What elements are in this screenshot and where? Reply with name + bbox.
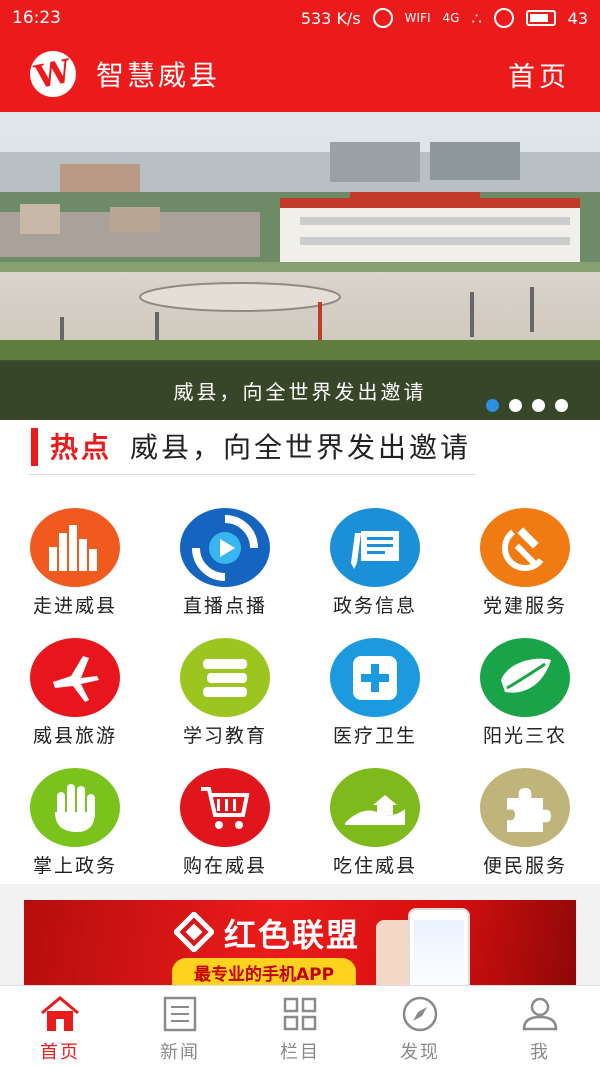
tab-me[interactable]: 我 xyxy=(480,986,600,1067)
signal-icon: 4G xyxy=(442,11,460,25)
service-label: 医疗卫生 xyxy=(332,725,417,747)
banner-carousel[interactable]: 威县，向全世界发出邀请 xyxy=(0,112,600,420)
leaf-icon xyxy=(480,638,570,717)
service-tile-food-lodging[interactable]: 吃住威县 xyxy=(300,748,450,878)
hot-accent-bar xyxy=(31,428,38,466)
service-label: 威县旅游 xyxy=(32,725,117,747)
carousel-dot[interactable] xyxy=(532,399,545,412)
status-bar: 16:23 533 K/s WIFI 4G ∴ 43 xyxy=(0,0,600,36)
tab-news[interactable]: 新闻 xyxy=(120,986,240,1067)
compass-icon xyxy=(400,994,440,1034)
divider xyxy=(28,474,476,475)
status-time: 16:23 xyxy=(12,8,61,28)
notification-icon xyxy=(493,8,514,28)
tab-label: 首页 xyxy=(40,1042,80,1063)
ad-subtitle-text: 最专业的手机APP xyxy=(193,964,335,985)
service-label: 政务信息 xyxy=(332,595,417,617)
service-tile-shopping[interactable]: 购在威县 xyxy=(150,748,300,878)
carousel-indicators xyxy=(486,399,568,412)
grid-icon xyxy=(280,994,320,1034)
tab-home[interactable]: 首页 xyxy=(0,986,120,1067)
service-label: 学习教育 xyxy=(182,725,267,747)
hot-label: 热点 xyxy=(50,431,113,464)
carousel-dot[interactable] xyxy=(555,399,568,412)
ad-banner[interactable]: 红色联盟 最专业的手机APP xyxy=(24,900,576,986)
home-link[interactable]: 首页 xyxy=(508,55,570,94)
alliance-logo-icon xyxy=(174,912,214,952)
medical-cross-icon xyxy=(330,638,420,717)
service-tile-convenience[interactable]: 便民服务 xyxy=(450,748,600,878)
books-icon xyxy=(180,638,270,717)
carousel-dot[interactable] xyxy=(486,399,499,412)
service-label: 便民服务 xyxy=(482,855,567,877)
home-icon xyxy=(40,994,80,1034)
tab-discover[interactable]: 发现 xyxy=(360,986,480,1067)
tab-label: 我 xyxy=(530,1042,550,1063)
shopping-cart-icon xyxy=(180,768,270,847)
tab-columns[interactable]: 栏目 xyxy=(240,986,360,1067)
hot-news[interactable]: 热点 威县，向全世界发出邀请 xyxy=(0,420,600,488)
service-tile-e-gov[interactable]: 掌上政务 xyxy=(0,748,150,878)
tab-label: 栏目 xyxy=(280,1042,320,1063)
service-tile-party[interactable]: 党建服务 xyxy=(450,488,600,618)
battery-icon xyxy=(525,10,556,26)
app-title: 智慧威县 xyxy=(96,59,221,92)
service-tile-gov-info[interactable]: 政务信息 xyxy=(300,488,450,618)
hot-headline[interactable]: 威县，向全世界发出邀请 xyxy=(130,426,471,466)
alarm-icon xyxy=(372,8,393,28)
news-icon xyxy=(160,994,200,1034)
service-label: 吃住威县 xyxy=(332,855,417,877)
service-label: 购在威县 xyxy=(182,855,267,877)
service-tile-travel[interactable]: 威县旅游 xyxy=(0,618,150,748)
ad-title: 红色联盟 xyxy=(224,916,361,954)
hammer-sickle-icon xyxy=(480,508,570,587)
banner-caption-text: 威县，向全世界发出邀请 xyxy=(173,379,427,404)
tab-label: 新闻 xyxy=(160,1042,200,1063)
logo-icon: W xyxy=(25,46,81,102)
loading-icon: ∴ xyxy=(471,8,482,28)
hand-icon xyxy=(30,768,120,847)
airplane-icon xyxy=(30,638,120,717)
tab-label: 发现 xyxy=(400,1042,440,1063)
service-tile-health[interactable]: 医疗卫生 xyxy=(300,618,450,748)
ad-subtitle: 最专业的手机APP xyxy=(172,958,356,986)
service-tile-live[interactable]: 直播点播 xyxy=(150,488,300,618)
service-tile-zoujin[interactable]: 走进威县 xyxy=(0,488,150,618)
service-tile-agriculture[interactable]: 阳光三农 xyxy=(450,618,600,748)
puzzle-icon xyxy=(480,768,570,847)
app-header: W 智慧威县 首页 xyxy=(0,36,600,112)
network-speed: 533 K/s xyxy=(300,8,361,28)
bottom-tab-bar: 首页 新闻 栏目 发现 我 xyxy=(0,985,600,1067)
phone-image xyxy=(408,908,470,986)
service-label: 掌上政务 xyxy=(32,855,117,877)
carousel-dot[interactable] xyxy=(509,399,522,412)
service-label: 直播点播 xyxy=(182,595,267,617)
play-circle-icon xyxy=(180,508,270,587)
status-icons: 533 K/s WIFI 4G ∴ 43 xyxy=(301,8,588,28)
service-tile-education[interactable]: 学习教育 xyxy=(150,618,300,748)
document-pen-icon xyxy=(330,508,420,587)
service-label: 走进威县 xyxy=(32,595,117,617)
wifi-icon: WIFI xyxy=(404,11,431,25)
app-logo: W xyxy=(25,46,81,102)
city-skyline-icon xyxy=(30,508,120,587)
service-label: 阳光三农 xyxy=(482,725,567,747)
service-label: 党建服务 xyxy=(482,595,567,617)
service-grid: 走进威县 直播点播 政务信息 党建服务 威县旅游 学习教育 医疗卫生 阳光三农 … xyxy=(0,488,600,884)
battery-level: 43 xyxy=(567,8,588,28)
user-icon xyxy=(520,994,560,1034)
house-landscape-icon xyxy=(330,768,420,847)
